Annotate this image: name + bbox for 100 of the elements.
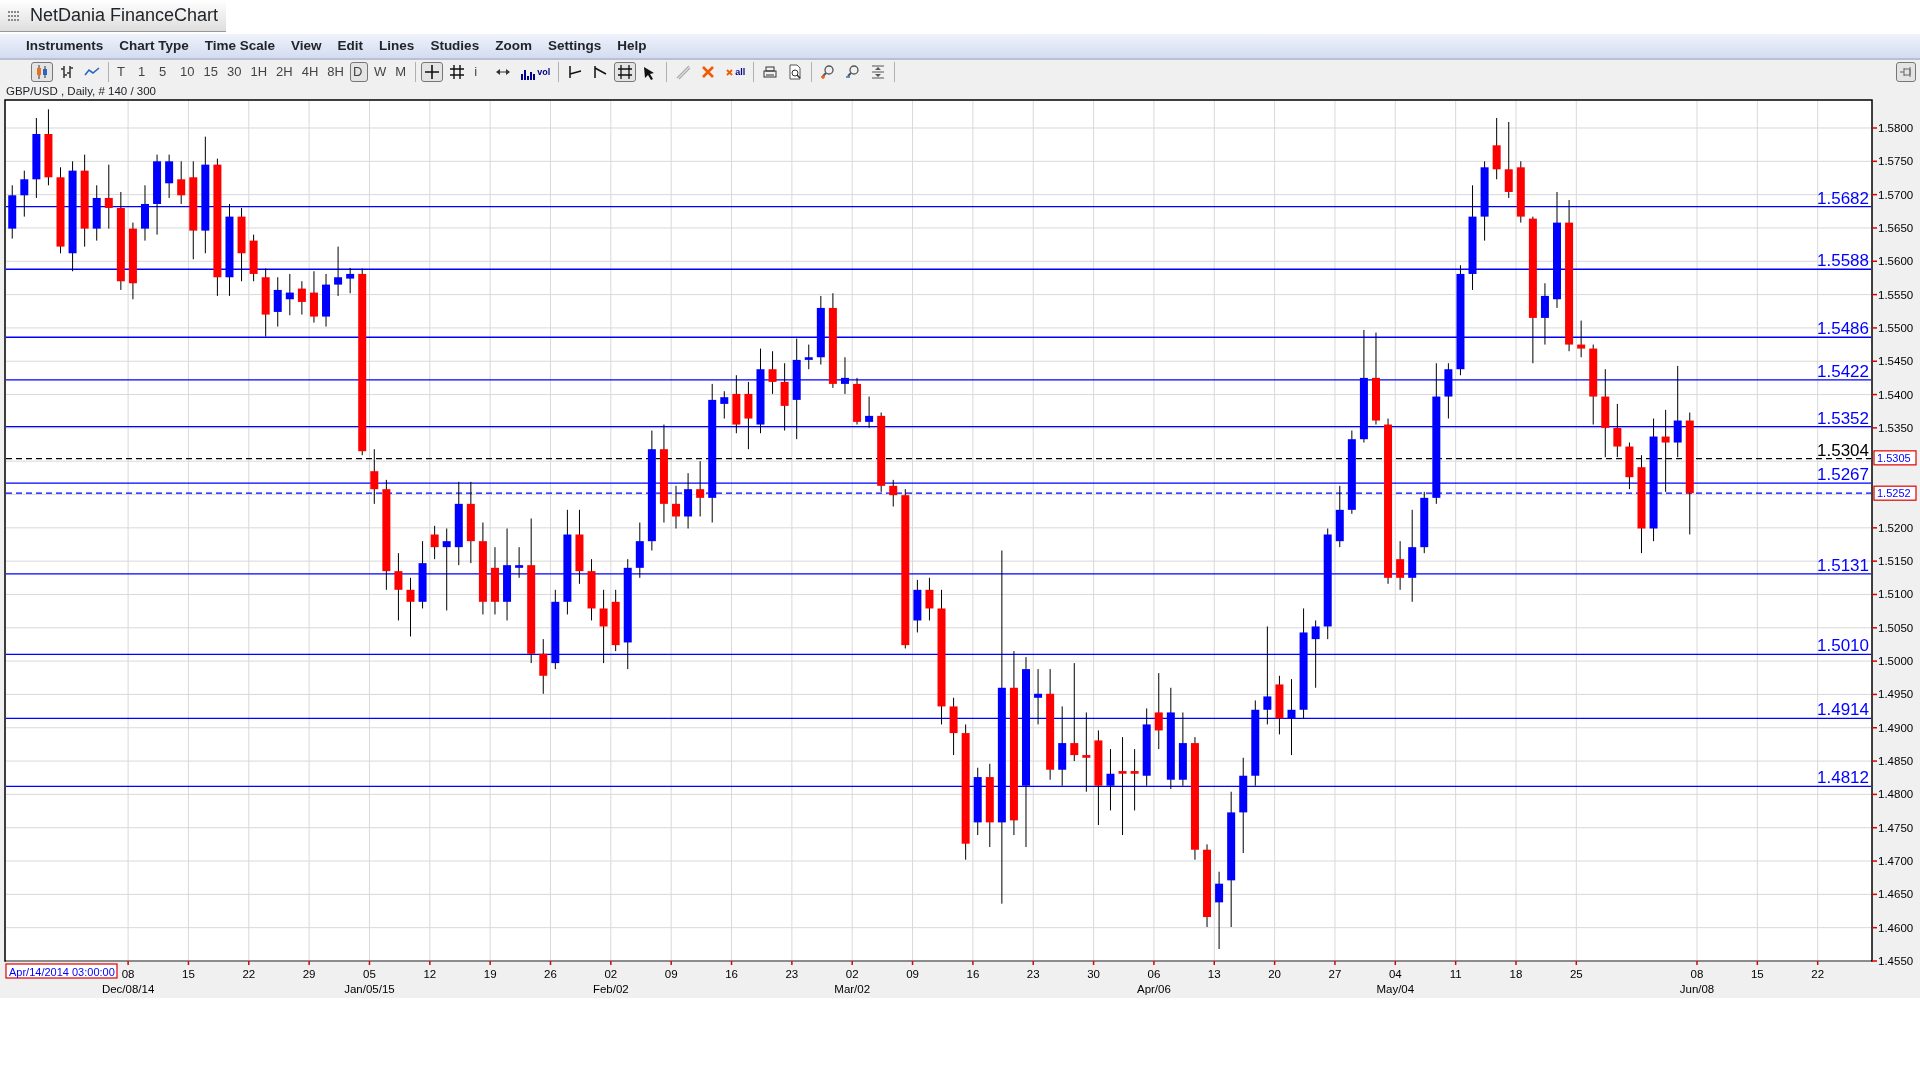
axis-label: 09 xyxy=(906,968,919,980)
menu-item[interactable]: Settings xyxy=(547,35,602,57)
axis-label: 08 xyxy=(1690,968,1704,980)
axis-label: 1.4600 xyxy=(1878,921,1914,934)
price-level-label: 1.5588 xyxy=(1817,251,1869,271)
axis-label: 1.5200 xyxy=(1878,521,1914,534)
tool-button[interactable]: all xyxy=(722,62,749,82)
axis-label: 05 xyxy=(363,968,376,980)
axis-period-label: Dec/08/14 xyxy=(101,983,155,995)
price-level-label: 1.4914 xyxy=(1817,700,1869,720)
price-level-label: 1.5304 xyxy=(1817,440,1869,460)
axis-label: 1.5100 xyxy=(1878,588,1914,601)
menu-item[interactable]: Edit xyxy=(337,35,364,57)
axis-label: 1.4950 xyxy=(1878,688,1914,701)
axis-label: 30 xyxy=(1087,968,1100,980)
axis-label: 1.5150 xyxy=(1878,555,1914,568)
axis-label: 1.5050 xyxy=(1878,621,1914,634)
axis-label: 1.5650 xyxy=(1878,221,1914,234)
axis-label: 02 xyxy=(845,968,859,980)
axis-label: 25 xyxy=(1569,968,1583,980)
axis-label: 1.5350 xyxy=(1878,421,1914,434)
menu-item[interactable]: Chart Type xyxy=(119,35,189,57)
axis-label: 27 xyxy=(1328,968,1342,980)
axis-label: 23 xyxy=(1026,968,1040,980)
window-title: NetDania FinanceChart xyxy=(30,4,219,27)
axis-label: 1.5450 xyxy=(1878,355,1914,368)
axis-label: 20 xyxy=(1268,968,1281,980)
toolbar-button[interactable]: 30 xyxy=(223,62,245,82)
menu-item[interactable]: View xyxy=(291,35,322,57)
axis-label: 1.4700 xyxy=(1878,855,1914,868)
axis-label: 22 xyxy=(242,968,256,980)
axis-label: 22 xyxy=(1811,968,1825,980)
axis-label: 1.5700 xyxy=(1878,188,1914,201)
toolbar-button[interactable]: T xyxy=(114,62,132,82)
axis-period-label: Feb/02 xyxy=(592,983,629,995)
cursor-date-readout: Apr/14/2014 03:00:00 xyxy=(5,963,118,979)
axis-period-label: Apr/06 xyxy=(1137,983,1171,995)
axis-label: 26 xyxy=(544,968,557,980)
axis-label: 1.4750 xyxy=(1878,821,1914,834)
toolbar-button[interactable]: 15 xyxy=(200,62,221,82)
axis-period-label: Jan/05/15 xyxy=(344,983,395,995)
tool-button[interactable]: vol xyxy=(517,62,554,82)
price-level-label: 1.5422 xyxy=(1817,361,1869,381)
axis-label: 23 xyxy=(785,968,799,980)
axis-label: 1.5000 xyxy=(1878,655,1914,668)
price-level-label: 1.5131 xyxy=(1817,555,1869,575)
toolbar-button[interactable]: 8H xyxy=(324,62,347,82)
axis-period-label: Mar/02 xyxy=(834,983,871,995)
menu-item[interactable]: Zoom xyxy=(495,35,532,57)
axis-label: 1.5600 xyxy=(1878,255,1914,268)
menu-item[interactable]: Help xyxy=(617,35,647,57)
price-level-label: 1.5682 xyxy=(1817,188,1869,208)
axis-label: 1.5400 xyxy=(1878,388,1914,401)
axis-label: 16 xyxy=(966,968,980,980)
price-tag: 1.5252 xyxy=(1873,485,1917,501)
axis-label: 11 xyxy=(1449,968,1462,980)
toolbar-button[interactable]: 4H xyxy=(298,62,322,82)
toolbar-button[interactable]: 1 xyxy=(135,62,153,82)
toolbar-button[interactable]: D xyxy=(349,62,368,82)
menu-item[interactable]: Time Scale xyxy=(204,35,276,57)
axis-label: 1.4850 xyxy=(1878,755,1914,768)
axis-label: 06 xyxy=(1147,968,1161,980)
axis-label: 1.5500 xyxy=(1878,321,1914,334)
axis-label: 1.4800 xyxy=(1878,788,1914,801)
axis-label: 1.4650 xyxy=(1878,888,1914,901)
axis-label: 15 xyxy=(182,968,195,980)
price-level-label: 1.5352 xyxy=(1817,408,1869,428)
axis-label: 12 xyxy=(423,968,437,980)
axis-label: 1.4550 xyxy=(1878,955,1914,967)
axis-label: 13 xyxy=(1207,968,1221,980)
menu-item[interactable]: Lines xyxy=(379,35,415,57)
price-tag: 1.5305 xyxy=(1873,450,1917,466)
axis-label: 1.5550 xyxy=(1878,288,1914,301)
axis-label: 15 xyxy=(1750,968,1764,980)
axis-label: 08 xyxy=(121,968,135,980)
axis-label: 02 xyxy=(604,968,618,980)
toolbar-button[interactable]: M xyxy=(392,62,411,82)
toolbar-button[interactable]: 1H xyxy=(247,62,271,82)
price-level-label: 1.5486 xyxy=(1817,319,1869,339)
toolbar-button[interactable]: i xyxy=(471,62,490,82)
axis-period-label: Jun/08 xyxy=(1679,983,1715,995)
axis-label: 16 xyxy=(725,968,738,980)
price-level-label: 1.4812 xyxy=(1817,768,1869,788)
axis-label: 18 xyxy=(1509,968,1523,980)
toolbar-button[interactable]: 2H xyxy=(273,62,296,82)
axis-label: 1.4900 xyxy=(1878,721,1914,734)
price-level-label: 1.5267 xyxy=(1817,465,1869,485)
axis-label: 29 xyxy=(302,968,316,980)
axis-period-label: May/04 xyxy=(1376,983,1415,995)
axis-label: 19 xyxy=(483,968,497,980)
axis-label: 1.5800 xyxy=(1878,122,1914,134)
menu-item[interactable]: Instruments xyxy=(26,35,104,57)
toolbar-button[interactable]: 10 xyxy=(177,62,198,82)
axis-label: 04 xyxy=(1388,968,1402,980)
toolbar-button[interactable]: 5 xyxy=(156,62,174,82)
menu-item[interactable]: Studies xyxy=(430,35,480,57)
instrument-info: GBP/USD , Daily, # 140 / 300 xyxy=(6,85,156,97)
axis-label: 1.5750 xyxy=(1878,155,1914,168)
toolbar-button[interactable]: W xyxy=(370,62,390,82)
axis-label: 09 xyxy=(664,968,678,980)
